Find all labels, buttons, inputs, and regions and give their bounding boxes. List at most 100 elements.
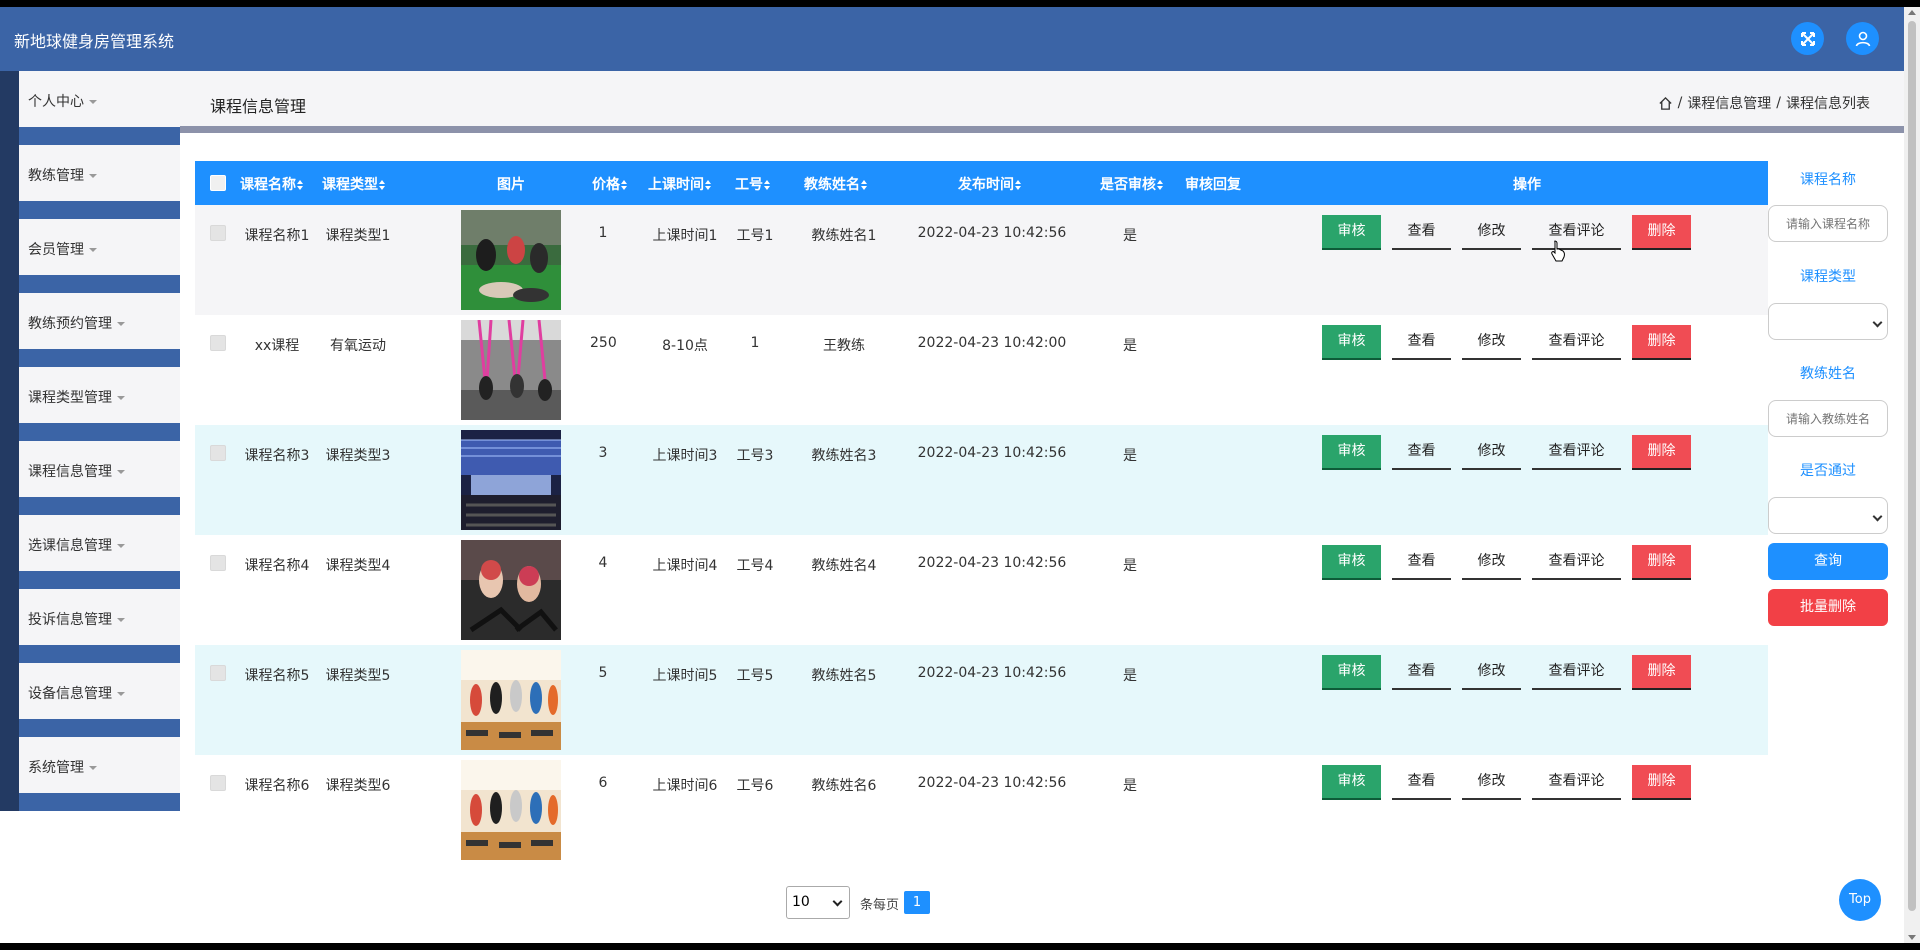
audit-button[interactable]: 审核 <box>1322 215 1381 250</box>
sidebar-item-system[interactable]: 系统管理 <box>19 737 180 793</box>
page-size-select[interactable]: 10 <box>786 886 850 919</box>
sidebar-item-coach-management[interactable]: 教练管理 <box>19 145 180 201</box>
fullscreen-button[interactable] <box>1791 22 1824 55</box>
vertical-scrollbar[interactable] <box>1904 7 1920 943</box>
view-comments-button[interactable]: 查看评论 <box>1532 655 1621 690</box>
audit-button[interactable]: 审核 <box>1322 765 1381 800</box>
edit-button[interactable]: 修改 <box>1462 325 1521 360</box>
column-header-course-name[interactable]: 课程名称 <box>239 174 305 194</box>
sidebar-item-label: 个人中心 <box>28 94 84 110</box>
column-header-coach-name[interactable]: 教练姓名 <box>803 174 869 194</box>
view-comments-button[interactable]: 查看评论 <box>1532 435 1621 470</box>
column-header-label: 价格 <box>592 177 620 193</box>
row-checkbox[interactable] <box>210 335 226 351</box>
query-button[interactable]: 查询 <box>1768 543 1888 580</box>
course-image[interactable] <box>461 650 561 750</box>
batch-delete-button[interactable]: 批量删除 <box>1768 589 1888 626</box>
course-image[interactable] <box>461 320 561 420</box>
column-header-job-number[interactable]: 工号 <box>733 174 773 194</box>
sort-icon <box>764 180 771 190</box>
delete-button[interactable]: 删除 <box>1632 325 1691 360</box>
cell-class-time: 上课时间4 <box>652 558 718 574</box>
view-button[interactable]: 查看 <box>1392 655 1451 690</box>
audit-button[interactable]: 审核 <box>1322 325 1381 360</box>
home-icon[interactable] <box>1658 96 1673 111</box>
delete-button[interactable]: 删除 <box>1632 435 1691 470</box>
delete-button[interactable]: 删除 <box>1632 655 1691 690</box>
row-checkbox[interactable] <box>210 665 226 681</box>
row-checkbox[interactable] <box>210 225 226 241</box>
edit-button[interactable]: 修改 <box>1462 545 1521 580</box>
course-image[interactable] <box>461 760 561 860</box>
edit-button[interactable]: 修改 <box>1462 435 1521 470</box>
cell-class-time: 上课时间1 <box>652 228 718 244</box>
column-header-course-type[interactable]: 课程类型 <box>321 174 387 194</box>
scroll-up-arrow-icon[interactable] <box>1908 10 1916 15</box>
sidebar-item-member-management[interactable]: 会员管理 <box>19 219 180 275</box>
top-bar: 新地球健身房管理系统 <box>0 7 1904 71</box>
column-header-price[interactable]: 价格 <box>590 174 630 194</box>
select-all-checkbox[interactable] <box>210 175 226 191</box>
row-checkbox[interactable] <box>210 775 226 791</box>
view-comments-button[interactable]: 查看评论 <box>1532 215 1621 250</box>
sidebar-item-equipment[interactable]: 设备信息管理 <box>19 663 180 719</box>
cell-job-number: 工号5 <box>736 668 774 684</box>
column-header-class-time[interactable]: 上课时间 <box>647 174 713 194</box>
view-button[interactable]: 查看 <box>1392 435 1451 470</box>
audit-button[interactable]: 审核 <box>1322 655 1381 690</box>
sidebar-item-course-info[interactable]: 课程信息管理 <box>19 441 180 497</box>
view-button[interactable]: 查看 <box>1392 325 1451 360</box>
sidebar-item-enrollment[interactable]: 选课信息管理 <box>19 515 180 571</box>
cell-coach-name: 教练姓名5 <box>811 668 877 684</box>
cell-course-name: 课程名称4 <box>244 558 310 574</box>
course-type-select[interactable] <box>1768 303 1888 340</box>
course-image[interactable] <box>461 430 561 530</box>
page-number-button[interactable]: 1 <box>904 891 930 914</box>
step-aerobics-photo <box>461 650 561 750</box>
course-name-input[interactable] <box>1768 205 1888 242</box>
delete-button[interactable]: 删除 <box>1632 765 1691 800</box>
breadcrumb-item-course-management[interactable]: 课程信息管理 <box>1687 93 1771 113</box>
sidebar-item-coach-booking[interactable]: 教练预约管理 <box>19 293 180 349</box>
row-checkbox[interactable] <box>210 555 226 571</box>
cell-price: 6 <box>598 775 608 791</box>
view-button[interactable]: 查看 <box>1392 765 1451 800</box>
coach-name-input[interactable] <box>1768 400 1888 437</box>
view-button[interactable]: 查看 <box>1392 545 1451 580</box>
column-header-label: 是否审核 <box>1100 177 1156 193</box>
scrollbar-thumb[interactable] <box>1908 21 1916 911</box>
cell-class-time: 上课时间6 <box>652 778 718 794</box>
column-header-published-time[interactable]: 发布时间 <box>957 174 1023 194</box>
scroll-down-arrow-icon[interactable] <box>1908 935 1916 940</box>
coach-name-label: 教练姓名 <box>1800 366 1856 382</box>
delete-button[interactable]: 删除 <box>1632 215 1691 250</box>
back-to-top-button[interactable]: Top <box>1839 879 1881 921</box>
sidebar-item-course-type[interactable]: 课程类型管理 <box>19 367 180 423</box>
view-comments-button[interactable]: 查看评论 <box>1532 545 1621 580</box>
cell-price: 4 <box>598 555 608 571</box>
view-comments-button[interactable]: 查看评论 <box>1532 765 1621 800</box>
delete-button[interactable]: 删除 <box>1632 545 1691 580</box>
sidebar-item-complaints[interactable]: 投诉信息管理 <box>19 589 180 645</box>
column-header-label: 审核回复 <box>1185 177 1241 193</box>
view-comments-button[interactable]: 查看评论 <box>1532 325 1621 360</box>
cell-course-name: 课程名称5 <box>244 668 310 684</box>
audit-button[interactable]: 审核 <box>1322 435 1381 470</box>
row-checkbox[interactable] <box>210 445 226 461</box>
cell-course-name: xx课程 <box>254 338 300 354</box>
edit-button[interactable]: 修改 <box>1462 765 1521 800</box>
course-image[interactable] <box>461 210 561 310</box>
cell-approved: 是 <box>1123 668 1137 684</box>
audit-button[interactable]: 审核 <box>1322 545 1381 580</box>
sidebar-item-personal-center[interactable]: 个人中心 <box>19 71 180 127</box>
user-button[interactable] <box>1846 22 1879 55</box>
course-image[interactable] <box>461 540 561 640</box>
edit-button[interactable]: 修改 <box>1462 215 1521 250</box>
approved-select[interactable] <box>1768 497 1888 534</box>
sort-icon <box>379 180 386 190</box>
view-button[interactable]: 查看 <box>1392 215 1451 250</box>
column-header-approved[interactable]: 是否审核 <box>1099 174 1165 194</box>
caret-down-icon <box>89 100 97 104</box>
cell-course-name: 课程名称3 <box>244 448 310 464</box>
edit-button[interactable]: 修改 <box>1462 655 1521 690</box>
